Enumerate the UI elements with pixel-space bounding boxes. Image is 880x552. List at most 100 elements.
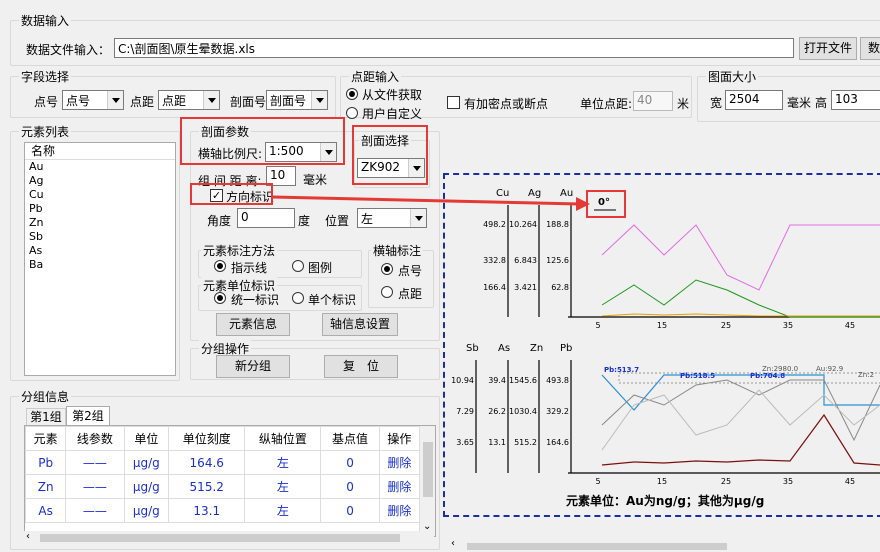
- element-list-title: 元素列表: [19, 123, 72, 140]
- element-list-item[interactable]: Ba: [25, 258, 175, 272]
- series-pb: [601, 413, 880, 466]
- position-value: 左: [361, 212, 374, 226]
- distance-select-value: 点距: [162, 94, 187, 108]
- unit-spacing-suffix: 米: [677, 97, 690, 111]
- tab-group-2[interactable]: 第2组: [66, 406, 110, 426]
- axis-label-title: 横轴标注: [371, 242, 424, 259]
- open-file-button[interactable]: 打开文件: [799, 37, 857, 60]
- element-list-item[interactable]: Au: [25, 160, 175, 174]
- element-list-header: 名称: [25, 143, 175, 160]
- cell-element: Pb: [25, 450, 67, 475]
- preview-scroll-thumb[interactable]: [467, 543, 727, 550]
- x-tick-label: 25: [721, 321, 731, 330]
- custom-radio[interactable]: [346, 107, 358, 119]
- vertical-scrollbar[interactable]: ⌄: [419, 426, 435, 536]
- axis-point-radio[interactable]: [381, 263, 393, 275]
- encrypt-checkbox[interactable]: [447, 96, 460, 109]
- element-list-item[interactable]: Cu: [25, 188, 175, 202]
- bottom-x-ticks: 5 15 25 35 45: [595, 477, 855, 486]
- x-tick-label: 25: [721, 477, 731, 486]
- delete-link[interactable]: 删除: [378, 450, 421, 475]
- new-group-button[interactable]: 新分组: [216, 355, 290, 378]
- table-row[interactable]: Pb —— μg/g 164.6 左 0 删除: [25, 450, 421, 475]
- delete-link[interactable]: 删除: [378, 498, 421, 523]
- chevron-down-icon[interactable]: [410, 209, 426, 227]
- point-label: 点号: [34, 95, 59, 109]
- axis-tick-label: 188.8: [546, 220, 569, 229]
- unit-spacing-field[interactable]: 40: [633, 91, 673, 111]
- column-header: 元素: [25, 426, 67, 451]
- line-label-6: Zn:2: [858, 371, 874, 379]
- element-list-item[interactable]: Ag: [25, 174, 175, 188]
- chevron-left-icon[interactable]: ‹: [451, 538, 455, 549]
- bottom-header-pb: Pb: [560, 343, 572, 354]
- preview-hscroll[interactable]: ‹: [445, 538, 880, 552]
- cell-line: ——: [65, 450, 125, 475]
- distance-select[interactable]: 点距: [158, 90, 220, 110]
- unified-mark-radio[interactable]: [214, 292, 226, 304]
- series-as: [601, 374, 880, 411]
- x-tick-label: 45: [845, 477, 855, 486]
- axis-tick-label: 10.94: [451, 376, 474, 385]
- single-mark-radio[interactable]: [292, 292, 304, 304]
- axis-tick-label: 1030.4: [509, 407, 537, 416]
- data-button[interactable]: 数据: [860, 37, 880, 60]
- legend-label: 图例: [308, 261, 333, 275]
- axis-distance-radio[interactable]: [381, 286, 393, 298]
- group-table: 元素 线参数 单位 单位刻度 纵轴位置 基点值 操作 Pb —— μg/g 164.6 左 0 删除 Zn…: [25, 426, 421, 523]
- axis-settings-button[interactable]: 轴信息设置: [322, 313, 398, 336]
- element-list-item[interactable]: Zn: [25, 216, 175, 230]
- cell-base: 0: [320, 498, 380, 523]
- axis-point-label: 点号: [398, 264, 423, 278]
- group-table-header: 元素 线参数 单位 单位刻度 纵轴位置 基点值 操作: [25, 426, 421, 451]
- axis-tick-label: 1545.6: [509, 376, 537, 385]
- element-info-button[interactable]: 元素信息: [216, 313, 290, 336]
- bottom-header-zn: Zn: [530, 343, 543, 354]
- delete-link[interactable]: 删除: [378, 474, 421, 499]
- chevron-left-icon[interactable]: ‹: [26, 531, 30, 542]
- axis-tick-label: 6.843: [514, 256, 537, 265]
- x-tick-label: 45: [845, 321, 855, 330]
- hscroll-thumb[interactable]: [40, 534, 400, 542]
- axis-tick-label: 515.2: [514, 438, 537, 447]
- scroll-thumb[interactable]: [423, 442, 433, 497]
- position-select[interactable]: 左: [357, 208, 427, 228]
- element-list-item[interactable]: Pb: [25, 202, 175, 216]
- file-path-field[interactable]: C:\剖面图\原生晕数据.xls: [114, 38, 794, 58]
- axis-tick-label: 166.4: [483, 283, 506, 292]
- reset-button[interactable]: 复 位: [324, 355, 398, 378]
- table-row[interactable]: As —— μg/g 13.1 左 0 删除: [25, 498, 421, 523]
- position-label: 位置: [325, 214, 350, 228]
- line-label-1: Pb:513.7: [604, 366, 639, 374]
- point-select[interactable]: 点号: [62, 90, 124, 110]
- chevron-down-icon[interactable]: [311, 91, 327, 109]
- horizontal-scrollbar[interactable]: ‹: [24, 531, 434, 545]
- column-header: 单位刻度: [168, 426, 246, 451]
- table-row[interactable]: Zn —— μg/g 515.2 左 0 删除: [25, 474, 421, 499]
- chevron-down-icon[interactable]: [203, 91, 219, 109]
- mm-label: 毫米: [787, 96, 812, 110]
- legend-radio[interactable]: [292, 260, 304, 272]
- section-no-select[interactable]: 剖面号: [266, 90, 328, 110]
- height-field[interactable]: 103: [831, 90, 880, 110]
- element-list-item[interactable]: Sb: [25, 230, 175, 244]
- cell-element: As: [25, 498, 67, 523]
- width-field[interactable]: 2504: [725, 90, 783, 110]
- encrypt-label: 有加密点或断点: [464, 97, 549, 111]
- element-list-item[interactable]: As: [25, 244, 175, 258]
- element-listbox[interactable]: 名称 Au Ag Cu Pb Zn Sb As Ba: [24, 142, 176, 376]
- data-input-title: 数据输入: [19, 12, 72, 29]
- from-file-radio[interactable]: [346, 88, 358, 100]
- from-file-label: 从文件获取: [362, 88, 423, 102]
- axis-tick-label: 3.421: [514, 283, 537, 292]
- chevron-down-icon[interactable]: [107, 91, 123, 109]
- height-label: 高: [815, 96, 828, 110]
- cell-pos: 左: [244, 450, 322, 475]
- tab-group-1[interactable]: 第1组: [26, 408, 66, 426]
- cell-unit: μg/g: [123, 450, 170, 475]
- indicator-line-radio[interactable]: [214, 260, 226, 272]
- top-x-ticks: 5 15 25 35 45: [595, 321, 855, 330]
- element-list-items: Au Ag Cu Pb Zn Sb As Ba: [25, 160, 175, 272]
- angle-field[interactable]: 0: [237, 208, 295, 228]
- bottom-header-sb: Sb: [466, 343, 479, 354]
